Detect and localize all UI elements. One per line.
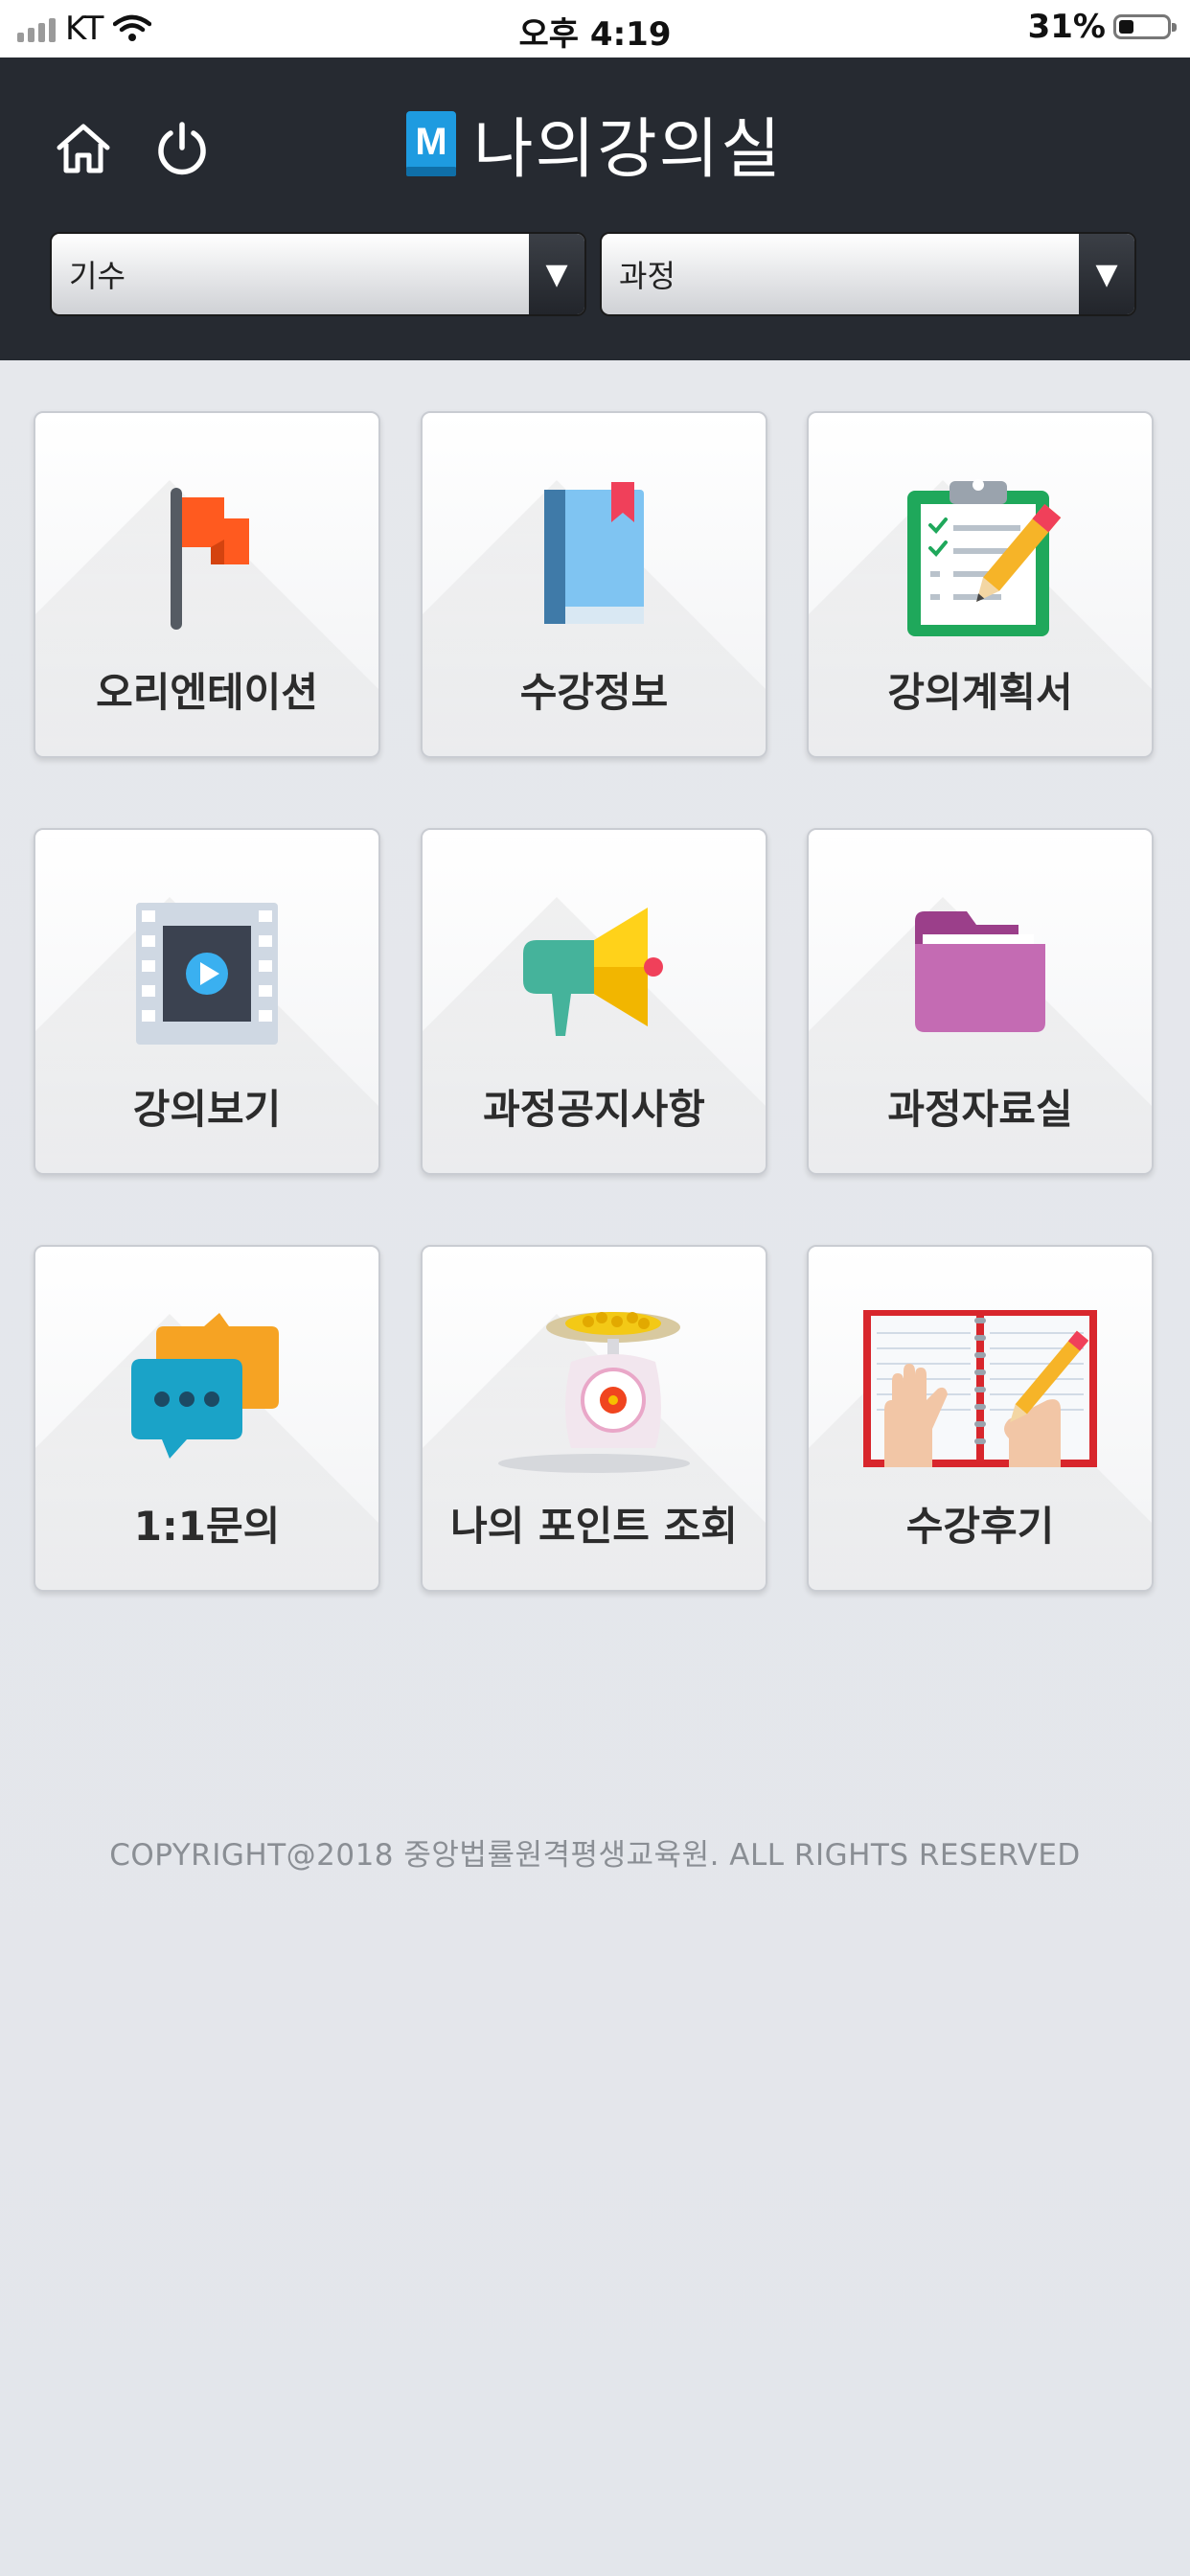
brand-logo-letter: M	[415, 121, 446, 163]
status-right: 31%	[1027, 8, 1177, 46]
menu-tile-orientation[interactable]: 오리엔테이션	[34, 411, 380, 758]
copyright-text: COPYRIGHT@2018 중앙법률원격평생교육원. ALL RIGHTS R…	[109, 1838, 1081, 1873]
menu-tile-inquiry[interactable]: 1:1문의	[34, 1245, 380, 1592]
home-icon[interactable]	[40, 105, 126, 192]
inquiry-chat-icon	[131, 1313, 279, 1459]
lecture-video-icon	[136, 903, 278, 1045]
app-header: M 나의강의실 기수 ▼ 과정 ▼	[0, 58, 1190, 360]
menu-tile-points[interactable]: 나의 포인트 조회	[421, 1245, 767, 1592]
brand: M 나의강의실	[402, 96, 783, 191]
course-info-book-icon	[544, 482, 644, 624]
menu-tile-review[interactable]: 수강후기	[807, 1245, 1154, 1592]
menu-tile-label: 나의 포인트 조회	[450, 1503, 738, 1550]
menu-tile-notice[interactable]: 과정공지사항	[421, 828, 767, 1175]
menu-tile-label: 오리엔테이션	[96, 669, 318, 716]
notice-megaphone-icon	[523, 908, 663, 1036]
page-title: 나의강의실	[473, 112, 783, 188]
menu-tile-syllabus[interactable]: 강의계획서	[807, 411, 1154, 758]
course-select-value: 과정	[619, 258, 675, 294]
cohort-select[interactable]: 기수 ▼	[50, 232, 586, 316]
menu-tile-label: 과정공지사항	[483, 1086, 705, 1133]
orientation-flag-icon	[171, 488, 249, 630]
menu-tile-label: 수강후기	[905, 1503, 1055, 1550]
battery-fill	[1119, 20, 1133, 34]
course-select[interactable]: 과정 ▼	[600, 232, 1136, 316]
menu-tile-course-info[interactable]: 수강정보	[421, 411, 767, 758]
power-icon[interactable]	[139, 105, 225, 192]
status-time: 오후 4:19	[518, 15, 672, 54]
menu-tile-label: 1:1문의	[133, 1503, 281, 1550]
review-notebook-icon	[863, 1310, 1097, 1467]
syllabus-clipboard-icon	[907, 479, 1062, 636]
cohort-select-value: 기수	[69, 258, 126, 294]
chevron-down-icon[interactable]: ▼	[1079, 234, 1134, 314]
menu-tile-label: 과정자료실	[887, 1086, 1073, 1133]
battery-percent: 31%	[1027, 8, 1106, 46]
menu-tile-label: 강의계획서	[887, 669, 1073, 716]
chevron-down-icon[interactable]: ▼	[529, 234, 584, 314]
menu-tile-label: 수강정보	[519, 669, 669, 716]
points-scale-icon	[498, 1312, 690, 1473]
menu-tile-materials[interactable]: 과정자료실	[807, 828, 1154, 1175]
menu-tile-lecture-view[interactable]: 강의보기	[34, 828, 380, 1175]
menu-tile-label: 강의보기	[132, 1086, 282, 1133]
battery-icon	[1113, 14, 1177, 39]
status-bar: KT 오후 4:19 31%	[0, 0, 1190, 58]
materials-folder-icon	[915, 911, 1045, 1032]
brand-logo-icon: M	[406, 110, 456, 176]
